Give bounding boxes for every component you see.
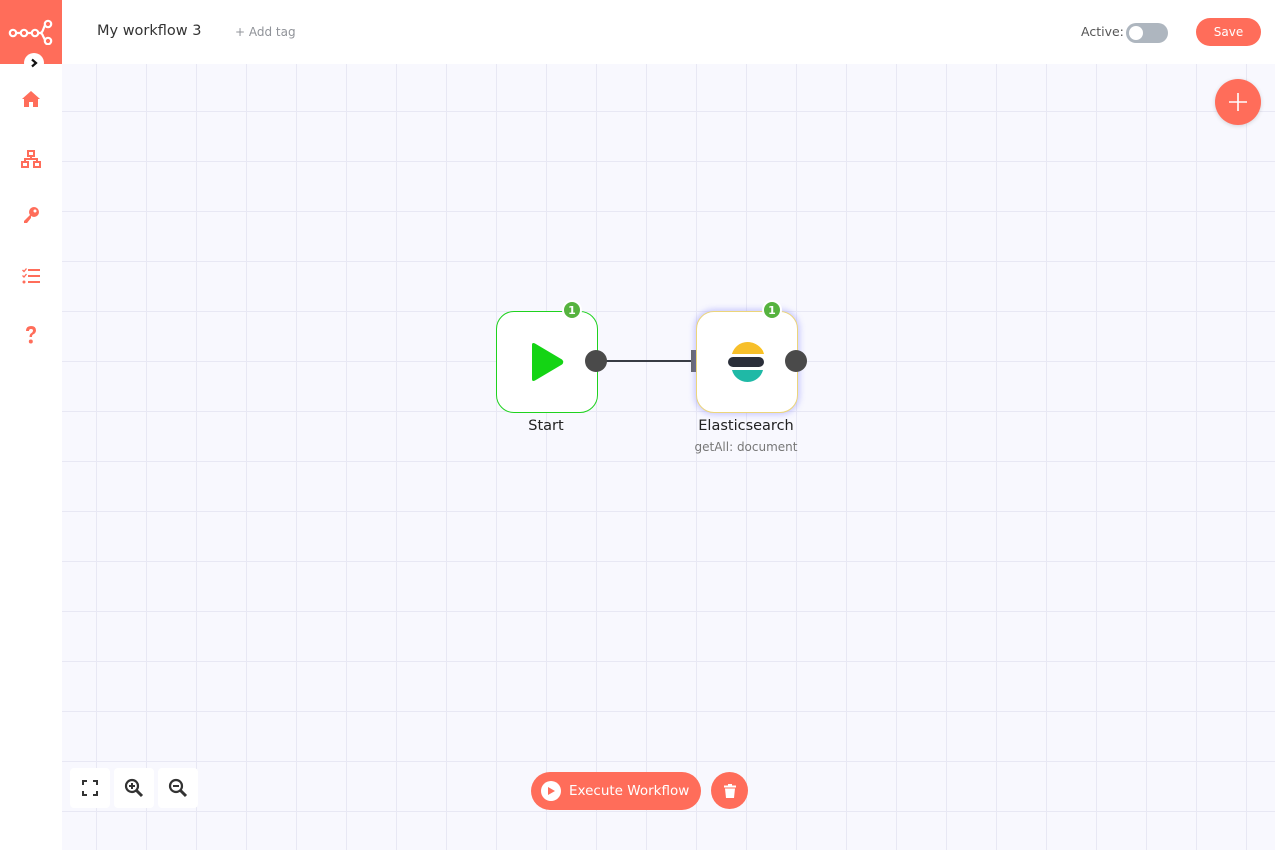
trash-icon [723,783,736,798]
active-label: Active: [1081,24,1124,39]
output-endpoint[interactable] [585,350,607,372]
sidebar-item-help[interactable] [19,323,43,347]
execute-workflow-label: Execute Workflow [569,783,690,799]
play-circle-icon [541,781,561,801]
connection-start-elasticsearch[interactable] [606,360,692,362]
zoom-out-button[interactable] [158,768,198,808]
network-icon [21,150,41,168]
node-label: Start [528,418,564,434]
header: My workflow 3 + Add tag Active: Save [62,0,1275,64]
home-icon [22,91,40,107]
fit-view-icon [82,780,98,796]
delete-workflow-button[interactable] [711,772,748,809]
node-label: Elasticsearch [698,418,794,434]
workflow-canvas[interactable] [62,64,1275,850]
node-elasticsearch[interactable] [696,311,798,413]
output-endpoint[interactable] [785,350,807,372]
active-toggle[interactable] [1126,23,1168,43]
workflow-name[interactable]: My workflow 3 [97,23,202,39]
zoom-out-icon [168,778,188,798]
n8n-logo-icon [8,19,53,45]
play-icon [532,343,564,381]
node-start[interactable] [496,311,598,413]
run-count-badge: 1 [762,300,782,320]
add-node-button[interactable] [1215,79,1261,125]
tasks-list-icon [22,268,40,284]
sidebar-item-executions[interactable] [19,264,43,288]
key-icon [24,207,39,223]
sidebar-item-credentials[interactable] [19,203,43,227]
zoom-in-icon [124,778,144,798]
run-count-badge: 1 [562,300,582,320]
execute-workflow-button[interactable]: Execute Workflow [531,772,701,810]
plus-icon [1229,93,1247,111]
elasticsearch-icon [728,341,764,383]
sidebar-item-home[interactable] [19,87,43,111]
chevron-right-icon [31,58,38,68]
question-icon [26,326,36,344]
toggle-knob [1129,26,1143,40]
fit-view-button[interactable] [70,768,110,808]
sidebar-collapse-button[interactable] [24,53,44,73]
add-tag-button[interactable]: + Add tag [235,25,296,39]
sidebar [0,0,62,850]
save-button[interactable]: Save [1196,18,1261,46]
node-subtitle: getAll: document [694,440,798,454]
sidebar-item-workflows[interactable] [19,147,43,171]
zoom-in-button[interactable] [114,768,154,808]
